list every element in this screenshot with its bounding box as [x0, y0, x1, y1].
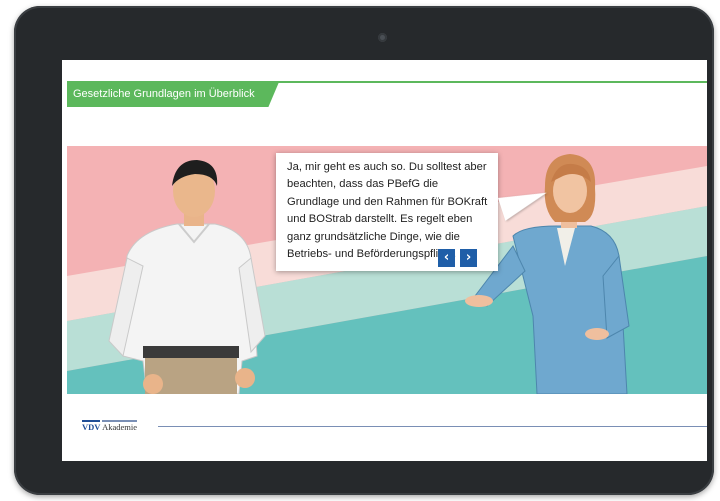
chevron-left-icon: ‹ — [443, 250, 450, 265]
next-button[interactable]: › — [460, 249, 477, 267]
chevron-right-icon: › — [465, 250, 472, 265]
previous-button[interactable]: ‹ — [438, 249, 455, 267]
vdv-akademie-logo: VDV Akademie — [82, 420, 138, 432]
logo-akademie: Akademie — [102, 420, 138, 432]
tablet-frame: Gesetzliche Grundlagen im Überblick Ja, … — [14, 6, 714, 495]
camera-icon — [378, 33, 387, 42]
footer-rule — [158, 426, 707, 427]
course-screen: Gesetzliche Grundlagen im Überblick Ja, … — [62, 60, 707, 461]
page-title: Gesetzliche Grundlagen im Überblick — [73, 88, 255, 100]
speech-text: Ja, mir geht es auch so. Du solltest abe… — [287, 161, 488, 261]
logo-vdv: VDV — [82, 420, 101, 432]
